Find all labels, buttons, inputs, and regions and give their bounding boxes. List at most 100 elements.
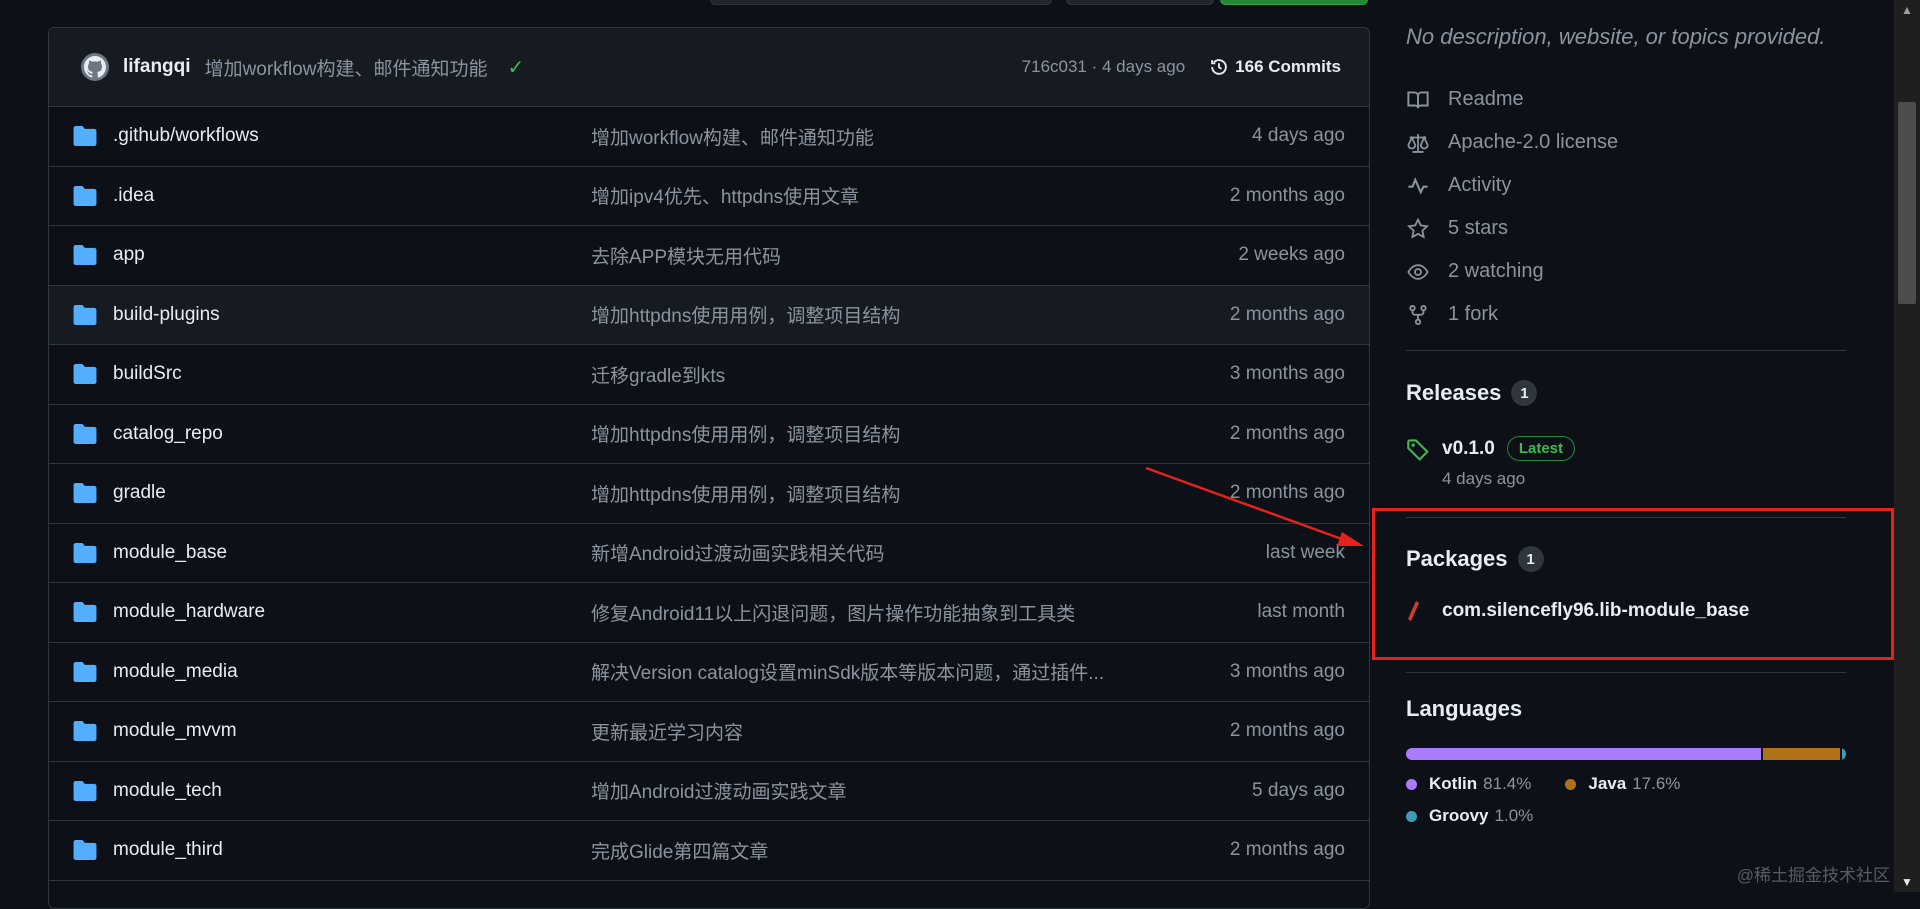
file-commit-message[interactable]: 解决Version catalog设置minSdk版本等版本问题，通过插件... (591, 658, 1151, 685)
file-commit-message[interactable]: 增加httpdns使用用例，调整项目结构 (591, 480, 1151, 507)
file-row[interactable]: catalog_repo 增加httpdns使用用例，调整项目结构 2 months… (49, 405, 1369, 464)
folder-icon (73, 185, 97, 206)
file-name[interactable]: module_hardware (113, 601, 591, 623)
file-row[interactable]: build-plugins 增加httpdns使用用例，调整项目结构 2 month… (49, 285, 1369, 345)
languages-heading: Languages (1406, 696, 1522, 722)
latest-release[interactable]: v0.1.0 Latest 4 days ago (1406, 436, 1576, 489)
language-item[interactable]: Java 17.6% (1565, 774, 1680, 794)
file-age: 2 months ago (1229, 303, 1345, 325)
language-percent: 17.6% (1632, 774, 1681, 793)
file-name[interactable]: buildSrc (113, 363, 591, 385)
about-item[interactable]: 2 watching (1406, 250, 1618, 293)
about-item-label: 2 watching (1448, 260, 1544, 282)
top-control-2[interactable] (1066, 0, 1214, 5)
code-button[interactable] (1220, 0, 1368, 5)
file-name[interactable]: module_third (113, 839, 591, 861)
about-item[interactable]: 1 fork (1406, 293, 1618, 336)
commits-link[interactable]: 166 Commits (1209, 57, 1341, 77)
file-name[interactable]: .github/workflows (113, 125, 591, 147)
about-item[interactable]: Apache-2.0 license (1406, 121, 1618, 164)
file-name[interactable]: module_base (113, 542, 591, 564)
release-date: 4 days ago (1442, 469, 1526, 488)
file-age: 2 weeks ago (1238, 244, 1345, 266)
file-row[interactable]: .idea 增加ipv4优先、httpdns使用文章 2 months ago (49, 167, 1369, 226)
folder-icon (73, 245, 97, 266)
scroll-down-icon[interactable]: ▼ (1894, 872, 1920, 892)
languages-title: Languages (1406, 696, 1523, 721)
language-bar-segment (1406, 748, 1761, 760)
release-tag[interactable]: v0.1.0 (1442, 438, 1495, 460)
scroll-up-icon[interactable]: ▲ (1894, 0, 1920, 20)
about-item-label: Activity (1448, 174, 1512, 196)
file-name[interactable]: app (113, 244, 591, 266)
file-name[interactable]: build-plugins (113, 304, 591, 326)
language-bar (1406, 748, 1846, 760)
scale-icon (1406, 131, 1430, 155)
watermark: @稀土掘金技术社区 (1736, 866, 1890, 885)
github-mark-icon (84, 56, 106, 78)
file-age: 4 days ago (1252, 125, 1345, 147)
file-age: 2 months ago (1229, 839, 1345, 861)
file-commit-message[interactable]: 增加httpdns使用用例，调整项目结构 (591, 301, 1151, 328)
releases-heading[interactable]: Releases 1 (1406, 380, 1538, 406)
page-scrollbar[interactable]: ▲ ▼ (1894, 0, 1920, 892)
about-item[interactable]: 5 stars (1406, 207, 1618, 250)
file-age: 5 days ago (1252, 779, 1345, 801)
file-commit-message[interactable]: 增加httpdns使用用例，调整项目结构 (591, 420, 1151, 447)
top-control-1[interactable] (710, 0, 1052, 5)
folder-icon (73, 304, 97, 325)
file-commit-message[interactable]: 增加ipv4优先、httpdns使用文章 (591, 182, 1151, 209)
book-icon (1406, 88, 1430, 112)
language-name: Kotlin (1429, 774, 1478, 793)
commit-hash-age[interactable]: 716c031 · 4 days ago (1022, 57, 1186, 77)
folder-icon (73, 840, 97, 861)
file-age: last month (1257, 601, 1345, 623)
file-commit-message[interactable]: 增加workflow构建、邮件通知功能 (591, 123, 1151, 150)
file-name[interactable]: module_tech (113, 780, 591, 802)
file-row[interactable]: .github/workflows 增加workflow构建、邮件通知功能 4 da… (49, 107, 1369, 167)
about-item[interactable]: Readme (1406, 78, 1618, 121)
folder-icon (73, 602, 97, 623)
commit-message[interactable]: 增加workflow构建、邮件通知功能 (205, 54, 488, 81)
language-item[interactable]: Kotlin 81.4% (1406, 774, 1531, 794)
file-row[interactable]: module_hardware 修复Android11以上闪退问题，图片操作功能抽… (49, 583, 1369, 643)
file-commit-message[interactable]: 迁移gradle到kts (591, 361, 1151, 388)
file-commit-message[interactable]: 新增Android过渡动画实践相关代码 (591, 539, 1151, 566)
commit-author[interactable]: lifangqi (123, 56, 191, 78)
annotation-arrow (1145, 466, 1364, 546)
file-name[interactable]: module_media (113, 661, 591, 683)
file-row[interactable]: module_third 完成Glide第四篇文章 2 months ago (49, 821, 1369, 881)
file-row[interactable]: module_media 解决Version catalog设置minSdk版本等… (49, 643, 1369, 702)
file-row[interactable]: module_mvvm 更新最近学习内容 2 months ago (49, 702, 1369, 762)
pulse-icon (1406, 174, 1430, 198)
folder-icon (73, 423, 97, 444)
scrollbar-thumb[interactable] (1898, 102, 1916, 304)
file-row[interactable]: module_tech 增加Android过渡动画实践文章 5 days ago (49, 762, 1369, 821)
about-item[interactable]: Activity (1406, 164, 1618, 207)
language-dot-icon (1565, 778, 1577, 790)
commits-count: 166 Commits (1235, 57, 1341, 76)
file-name[interactable]: gradle (113, 482, 591, 504)
file-name[interactable]: catalog_repo (113, 423, 591, 445)
file-name[interactable]: .idea (113, 185, 591, 207)
file-row[interactable]: app 去除APP模块无用代码 2 weeks ago (49, 226, 1369, 286)
file-row[interactable]: buildSrc 迁移gradle到kts 3 months ago (49, 345, 1369, 405)
file-commit-message[interactable]: 更新最近学习内容 (591, 718, 1151, 745)
language-dot-icon (1406, 810, 1417, 822)
file-age: 3 months ago (1229, 363, 1345, 385)
folder-icon (73, 542, 97, 563)
file-commit-message[interactable]: 去除APP模块无用代码 (591, 242, 1151, 269)
avatar[interactable] (81, 53, 109, 81)
language-item[interactable]: Groovy 1.0% (1406, 806, 1533, 826)
about-item-label: 1 fork (1448, 303, 1499, 325)
file-commit-message[interactable]: 增加Android过渡动画实践文章 (591, 777, 1151, 804)
releases-title: Releases (1406, 380, 1502, 405)
file-commit-message[interactable]: 修复Android11以上闪退问题，图片操作功能抽象到工具类 (591, 599, 1151, 626)
file-commit-message[interactable]: 完成Glide第四篇文章 (591, 837, 1151, 864)
file-name[interactable]: module_mvvm (113, 720, 591, 742)
check-icon[interactable]: ✓ (507, 55, 524, 80)
repo-description: No description, website, or topics provi… (1406, 24, 1826, 49)
about-item-label: Readme (1448, 88, 1524, 110)
about-item-label: 5 stars (1448, 217, 1509, 239)
highlight-box (1372, 508, 1894, 660)
